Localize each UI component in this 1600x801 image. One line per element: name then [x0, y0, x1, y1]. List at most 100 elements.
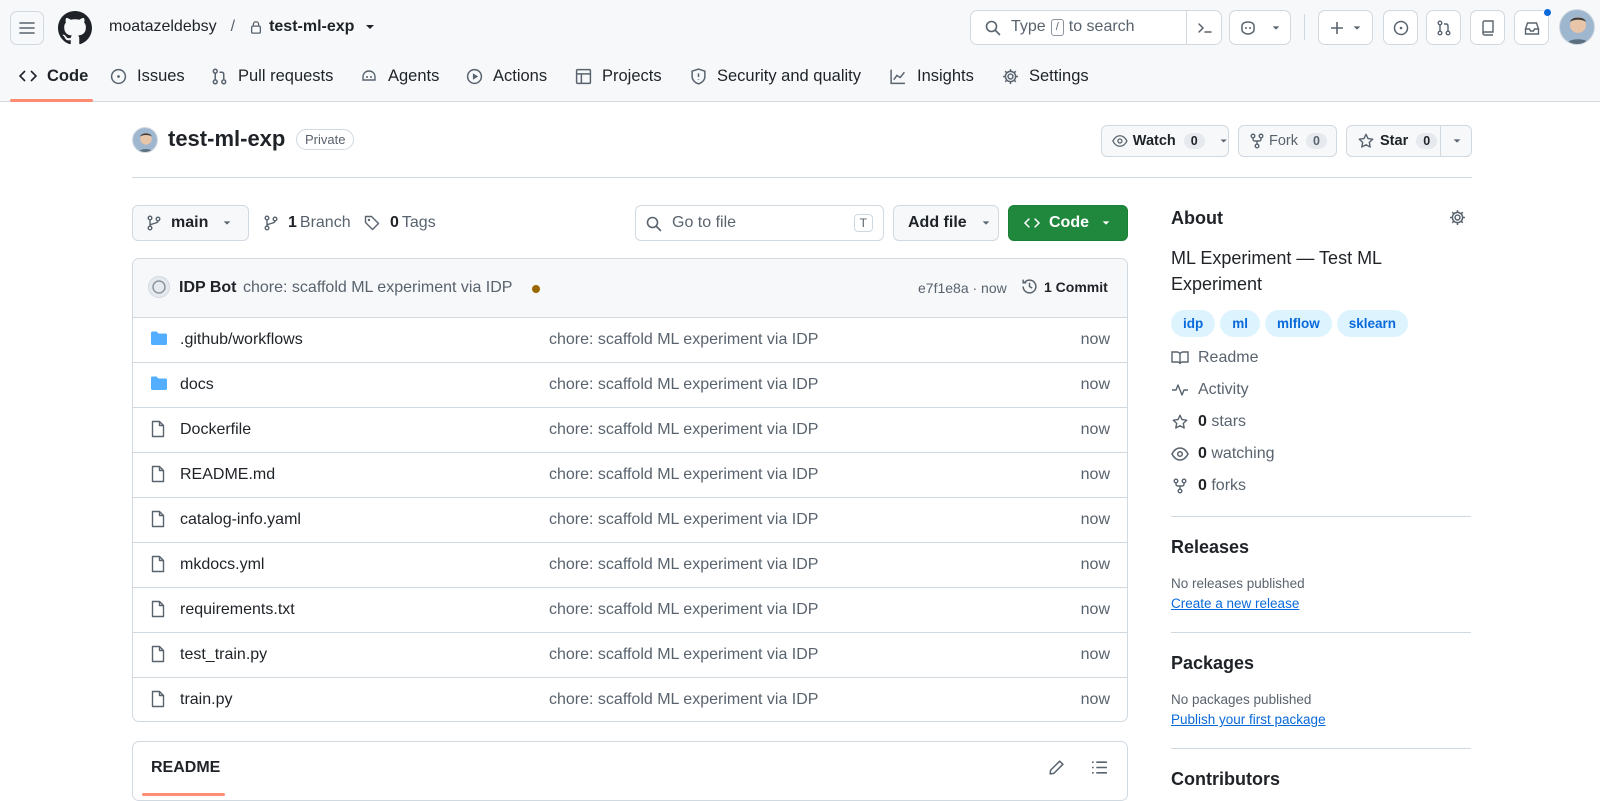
file-row[interactable]: docs chore: scaffold ML experiment via ID…	[133, 363, 1127, 408]
file-name[interactable]: test_train.py	[180, 646, 267, 664]
activity-link[interactable]: Activity	[1171, 381, 1249, 399]
tags-link[interactable]: 0 Tags	[364, 214, 436, 232]
file-name[interactable]: train.py	[180, 691, 232, 709]
repositories-button[interactable]	[1470, 10, 1505, 45]
pull-requests-button[interactable]	[1426, 10, 1461, 45]
code-button[interactable]: Code	[1008, 205, 1128, 241]
eye-icon	[1112, 135, 1128, 147]
readme-link-label: Readme	[1198, 349, 1259, 366]
commit-count: 1 Commit	[1044, 278, 1108, 295]
star-button[interactable]: Star 0	[1346, 125, 1472, 157]
file-row[interactable]: test_train.py chore: scaffold ML experime…	[133, 633, 1127, 678]
file-name[interactable]: Dockerfile	[180, 421, 251, 439]
file-name[interactable]: requirements.txt	[180, 601, 295, 619]
file-commit-message[interactable]: chore: scaffold ML experiment via IDP	[549, 421, 818, 439]
owner-link[interactable]: moatazeldebsy	[109, 18, 217, 36]
branches-link[interactable]: 1 Branch	[264, 214, 351, 232]
releases-title[interactable]: Releases	[1171, 537, 1249, 558]
file-commit-message[interactable]: chore: scaffold ML experiment via IDP	[549, 691, 818, 709]
file-row[interactable]: train.py chore: scaffold ML experiment vi…	[133, 678, 1127, 721]
file-name[interactable]: catalog-info.yaml	[180, 511, 301, 529]
file-row[interactable]: .github/workflows chore: scaffold ML expe…	[133, 318, 1127, 363]
file-row[interactable]: catalog-info.yaml chore: scaffold ML expe…	[133, 498, 1127, 543]
tab-actions[interactable]: Actions	[466, 66, 547, 86]
file-commit-message[interactable]: chore: scaffold ML experiment via IDP	[549, 466, 818, 484]
watch-button[interactable]: Watch 0	[1101, 125, 1229, 157]
file-name[interactable]: docs	[180, 376, 214, 394]
readme-link[interactable]: Readme	[1171, 349, 1258, 367]
avatar[interactable]	[1559, 9, 1595, 45]
commit-author[interactable]: IDP Bot	[179, 279, 236, 297]
add-file-button[interactable]: Add file	[893, 205, 999, 241]
tab-pull-requests[interactable]: Pull requests	[211, 66, 333, 86]
file-row[interactable]: Dockerfile chore: scaffold ML experiment …	[133, 408, 1127, 453]
file-commit-message[interactable]: chore: scaffold ML experiment via IDP	[549, 646, 818, 664]
go-to-file-shortcut: T	[853, 214, 873, 232]
commit-sha-time[interactable]: e7f1e8a · now	[918, 280, 1007, 296]
repo-title[interactable]: test-ml-exp	[168, 126, 285, 152]
forks-link[interactable]: 0 forks	[1171, 477, 1246, 495]
watching-link[interactable]: 0 watching	[1171, 445, 1275, 463]
topic-tag[interactable]: mlflow	[1265, 310, 1332, 337]
tab-security[interactable]: Security and quality	[690, 66, 861, 86]
fork-button[interactable]: Fork 0	[1238, 125, 1337, 157]
branch-selector[interactable]: main	[132, 205, 249, 241]
chevron-down-icon[interactable]	[364, 21, 376, 33]
tab-issues[interactable]: Issues	[110, 66, 185, 86]
topic-tag[interactable]: sklearn	[1336, 310, 1409, 337]
create-release-link[interactable]: Create a new release	[1171, 596, 1299, 611]
tab-settings[interactable]: Settings	[1002, 66, 1089, 86]
file-name[interactable]: README.md	[180, 466, 275, 484]
commit-history-link[interactable]: 1 Commit	[1021, 278, 1108, 295]
file-row[interactable]: requirements.txt chore: scaffold ML exper…	[133, 588, 1127, 633]
github-logo[interactable]	[58, 11, 92, 45]
branch-icon	[147, 215, 161, 231]
file-commit-time: now	[1080, 466, 1110, 483]
topic-tag[interactable]: ml	[1220, 310, 1261, 337]
file-commit-time: now	[1080, 511, 1110, 528]
file-row[interactable]: README.md chore: scaffold ML experiment v…	[133, 453, 1127, 498]
search-box[interactable]: Type / to search	[970, 10, 1222, 45]
tab-code[interactable]: Code	[19, 66, 88, 86]
chevron-down-icon[interactable]	[1452, 136, 1462, 146]
star-count: 0	[1416, 133, 1438, 149]
file-row[interactable]: mkdocs.yml chore: scaffold ML experiment …	[133, 543, 1127, 588]
packages-title[interactable]: Packages	[1171, 653, 1254, 674]
owner-avatar[interactable]	[132, 127, 158, 153]
chevron-down-icon	[982, 221, 990, 225]
gear-icon[interactable]	[1449, 209, 1466, 226]
file-commit-message[interactable]: chore: scaffold ML experiment via IDP	[549, 556, 818, 574]
file-name[interactable]: mkdocs.yml	[180, 556, 264, 574]
file-name[interactable]: .github/workflows	[180, 331, 303, 349]
create-new-button[interactable]	[1318, 10, 1373, 45]
divider	[132, 177, 1472, 178]
file-commit-time: now	[1080, 556, 1110, 573]
topic-tag[interactable]: idp	[1171, 310, 1216, 337]
file-commit-message[interactable]: chore: scaffold ML experiment via IDP	[549, 376, 818, 394]
pencil-icon[interactable]	[1048, 759, 1065, 776]
tab-issues-label: Issues	[137, 66, 185, 85]
command-palette-icon[interactable]	[1197, 20, 1213, 36]
commit-message[interactable]: chore: scaffold ML experiment via IDP	[243, 279, 512, 297]
tab-insights[interactable]: Insights	[889, 66, 974, 86]
file-commit-message[interactable]: chore: scaffold ML experiment via IDP	[549, 331, 818, 349]
copilot-button[interactable]	[1229, 10, 1291, 45]
commit-status-dot[interactable]	[532, 285, 540, 293]
tab-actions-label: Actions	[493, 66, 548, 85]
file-commit-message[interactable]: chore: scaffold ML experiment via IDP	[549, 601, 818, 619]
repo-link[interactable]: test-ml-exp	[269, 18, 354, 36]
tab-projects[interactable]: Projects	[575, 66, 662, 86]
tab-agents[interactable]: Agents	[360, 66, 439, 86]
stars-label: stars	[1211, 413, 1247, 430]
file-commit-message[interactable]: chore: scaffold ML experiment via IDP	[549, 511, 818, 529]
file-icon	[151, 600, 165, 618]
active-tab-indicator	[10, 99, 93, 102]
contributors-title[interactable]: Contributors	[1171, 769, 1280, 790]
stars-link[interactable]: 0 stars	[1171, 413, 1246, 431]
go-to-file-input[interactable]: Go to file T	[635, 205, 884, 241]
issues-button[interactable]	[1383, 10, 1418, 45]
readme-tab[interactable]: README	[151, 759, 220, 777]
outline-list-icon[interactable]	[1091, 759, 1108, 776]
publish-package-link[interactable]: Publish your first package	[1171, 712, 1326, 727]
menu-button[interactable]	[10, 11, 44, 45]
